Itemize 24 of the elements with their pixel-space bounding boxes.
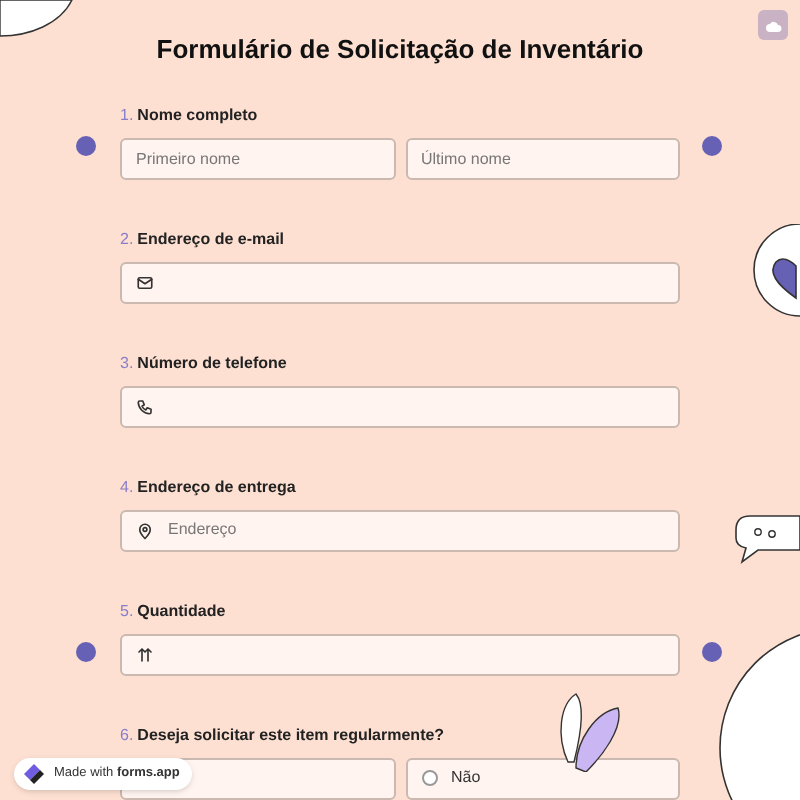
phone-icon — [136, 397, 154, 415]
question-label: 3. Número de telefone — [120, 351, 289, 375]
input-field[interactable] — [120, 385, 680, 427]
question-label: 5. Quantidade — [120, 599, 228, 623]
name-field[interactable]: Primeiro nome — [120, 137, 395, 179]
placeholder-text: Endereço — [168, 518, 237, 542]
speech-bubble-drawing — [734, 514, 800, 566]
input-field[interactable] — [120, 633, 680, 675]
question-label: 6. Deseja solicitar este item regularmente? — [120, 723, 447, 747]
location-pin-icon — [136, 521, 154, 539]
question-label: 2. Endereço de e-mail — [120, 227, 287, 251]
bunny-ears-drawing — [556, 692, 624, 772]
input-field[interactable] — [120, 261, 680, 303]
input-field[interactable]: Endereço — [120, 509, 680, 551]
radio-option[interactable]: Não — [405, 757, 680, 799]
envelope-icon — [136, 273, 154, 291]
form-title: Formulário de Solicitação de Inventário — [154, 32, 646, 68]
name-field[interactable]: Último nome — [405, 137, 680, 179]
question-label: 4. Endereço de entrega — [120, 475, 298, 499]
arrows-up-icon — [136, 645, 154, 663]
upload-button[interactable] — [758, 10, 788, 40]
logo-icon — [22, 762, 46, 786]
cloud-icon — [765, 19, 781, 31]
question-label: 1. Nome completo — [120, 103, 260, 127]
